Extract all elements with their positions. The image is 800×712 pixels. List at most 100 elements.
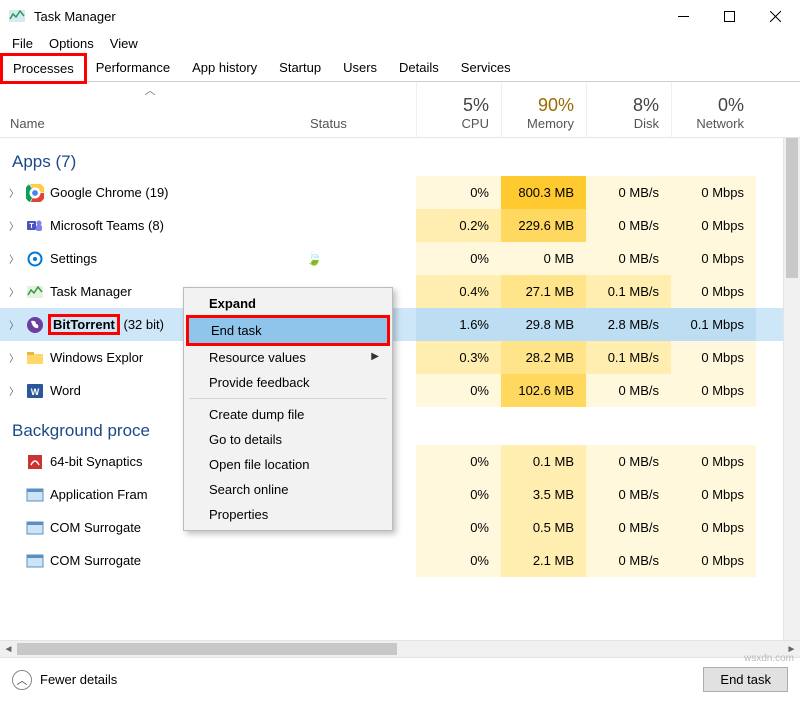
process-row[interactable]: 〉 Settings 🍃 0% 0 MB 0 MB/s 0 Mbps: [0, 242, 800, 275]
disk-cell: 0 MB/s: [586, 544, 671, 577]
expand-chevron-icon[interactable]: 〉: [8, 383, 20, 398]
col-memory[interactable]: 90% Memory: [501, 82, 586, 137]
hscroll-left-icon[interactable]: ◄: [0, 641, 17, 657]
ctx-expand[interactable]: Expand: [187, 291, 389, 316]
tab-users[interactable]: Users: [332, 54, 388, 81]
disk-cell: 0 MB/s: [586, 176, 671, 209]
expand-chevron-icon[interactable]: 〉: [8, 185, 20, 200]
scrollbar-thumb[interactable]: [786, 138, 798, 278]
col-status[interactable]: Status: [300, 82, 416, 137]
ctx-go-to-details[interactable]: Go to details: [187, 427, 389, 452]
horizontal-scrollbar[interactable]: ◄ ►: [0, 640, 800, 657]
expand-chevron-icon[interactable]: 〉: [8, 317, 20, 332]
disk-cell: 0.1 MB/s: [586, 341, 671, 374]
process-name: Microsoft Teams (8): [50, 218, 164, 233]
tab-services[interactable]: Services: [450, 54, 522, 81]
col-network[interactable]: 0% Network: [671, 82, 756, 137]
memory-cell: 28.2 MB: [501, 341, 586, 374]
process-row[interactable]: 〉 Windows Explor 0.3% 28.2 MB 0.1 MB/s 0…: [0, 341, 800, 374]
memory-cell: 229.6 MB: [501, 209, 586, 242]
expand-chevron-icon[interactable]: 〉: [8, 284, 20, 299]
process-name: Task Manager: [50, 284, 132, 299]
network-total: 0%: [718, 95, 744, 116]
leaf-icon: 🍃: [306, 251, 322, 267]
end-task-button[interactable]: End task: [703, 667, 788, 692]
col-name[interactable]: ︿ Name: [0, 82, 300, 137]
process-row[interactable]: 〉 BitTorrent (32 bit) 1.6% 29.8 MB 2.8 M…: [0, 308, 800, 341]
network-cell: 0 Mbps: [671, 478, 756, 511]
appframe-icon: [26, 486, 44, 504]
teams-icon: T: [26, 217, 44, 235]
column-headers: ︿ Name Status 5% CPU 90% Memory 8% Disk …: [0, 82, 800, 138]
cpu-cell: 0%: [416, 478, 501, 511]
tabstrip: Processes Performance App history Startu…: [0, 54, 800, 82]
process-name: COM Surrogate: [50, 520, 141, 535]
network-cell: 0.1 Mbps: [671, 308, 756, 341]
process-row[interactable]: 64-bit Synaptics 0% 0.1 MB 0 MB/s 0 Mbps: [0, 445, 800, 478]
memory-cell: 3.5 MB: [501, 478, 586, 511]
status-cell: [300, 176, 416, 209]
expand-chevron-icon[interactable]: 〉: [8, 251, 20, 266]
ctx-properties[interactable]: Properties: [187, 502, 389, 527]
tab-app-history[interactable]: App history: [181, 54, 268, 81]
explorer-icon: [26, 349, 44, 367]
close-button[interactable]: [752, 0, 798, 32]
col-cpu[interactable]: 5% CPU: [416, 82, 501, 137]
group-header: Apps (7): [0, 138, 800, 176]
process-name: Application Fram: [50, 487, 148, 502]
cpu-cell: 0%: [416, 374, 501, 407]
minimize-button[interactable]: [660, 0, 706, 32]
status-cell: [300, 544, 416, 577]
fewer-details-toggle[interactable]: ︿ Fewer details: [12, 670, 117, 690]
process-row[interactable]: 〉 W Word 0% 102.6 MB 0 MB/s 0 Mbps: [0, 374, 800, 407]
process-row[interactable]: 〉 Task Manager 0.4% 27.1 MB 0.1 MB/s 0 M…: [0, 275, 800, 308]
tab-details[interactable]: Details: [388, 54, 450, 81]
disk-cell: 0 MB/s: [586, 478, 671, 511]
expand-chevron-icon[interactable]: 〉: [8, 218, 20, 233]
status-cell: 🍃: [300, 242, 416, 275]
chrome-icon: [26, 184, 44, 202]
col-name-label: Name: [10, 116, 290, 131]
col-status-label: Status: [310, 116, 347, 131]
word-icon: W: [26, 382, 44, 400]
process-table: ︿ Name Status 5% CPU 90% Memory 8% Disk …: [0, 82, 800, 640]
disk-cell: 0 MB/s: [586, 374, 671, 407]
process-row[interactable]: COM Surrogate 0% 2.1 MB 0 MB/s 0 Mbps: [0, 544, 800, 577]
menu-view[interactable]: View: [102, 34, 146, 53]
chevron-up-icon: ︿: [12, 670, 32, 690]
ctx-create-dump-file[interactable]: Create dump file: [187, 402, 389, 427]
taskmgr-app-icon: [8, 7, 26, 25]
col-disk[interactable]: 8% Disk: [586, 82, 671, 137]
process-name: Settings: [50, 251, 97, 266]
memory-cell: 0 MB: [501, 242, 586, 275]
cpu-cell: 0%: [416, 176, 501, 209]
cpu-cell: 0%: [416, 544, 501, 577]
disk-cell: 2.8 MB/s: [586, 308, 671, 341]
process-row[interactable]: 〉 T Microsoft Teams (8) 0.2% 229.6 MB 0 …: [0, 209, 800, 242]
ctx-search-online[interactable]: Search online: [187, 477, 389, 502]
maximize-button[interactable]: [706, 0, 752, 32]
tab-performance[interactable]: Performance: [85, 54, 181, 81]
hscrollbar-thumb[interactable]: [17, 643, 397, 655]
process-row[interactable]: 〉 Google Chrome (19) 0% 800.3 MB 0 MB/s …: [0, 176, 800, 209]
tab-startup[interactable]: Startup: [268, 54, 332, 81]
vertical-scrollbar[interactable]: [783, 138, 800, 640]
process-row[interactable]: Application Fram 0% 3.5 MB 0 MB/s 0 Mbps: [0, 478, 800, 511]
ctx-provide-feedback[interactable]: Provide feedback: [187, 370, 389, 395]
menu-file[interactable]: File: [4, 34, 41, 53]
memory-cell: 102.6 MB: [501, 374, 586, 407]
menu-options[interactable]: Options: [41, 34, 102, 53]
ctx-open-file-location[interactable]: Open file location: [187, 452, 389, 477]
network-cell: 0 Mbps: [671, 209, 756, 242]
process-row[interactable]: COM Surrogate 0% 0.5 MB 0 MB/s 0 Mbps: [0, 511, 800, 544]
group-title: Apps (7): [8, 152, 76, 172]
disk-cell: 0 MB/s: [586, 209, 671, 242]
ctx-end-task[interactable]: End task: [186, 315, 390, 346]
cpu-cell: 1.6%: [416, 308, 501, 341]
menu-separator: [189, 398, 387, 399]
ctx-resource-values[interactable]: Resource values▶: [187, 345, 389, 370]
memory-cell: 29.8 MB: [501, 308, 586, 341]
cpu-total: 5%: [463, 95, 489, 116]
tab-processes[interactable]: Processes: [2, 55, 85, 82]
expand-chevron-icon[interactable]: 〉: [8, 350, 20, 365]
